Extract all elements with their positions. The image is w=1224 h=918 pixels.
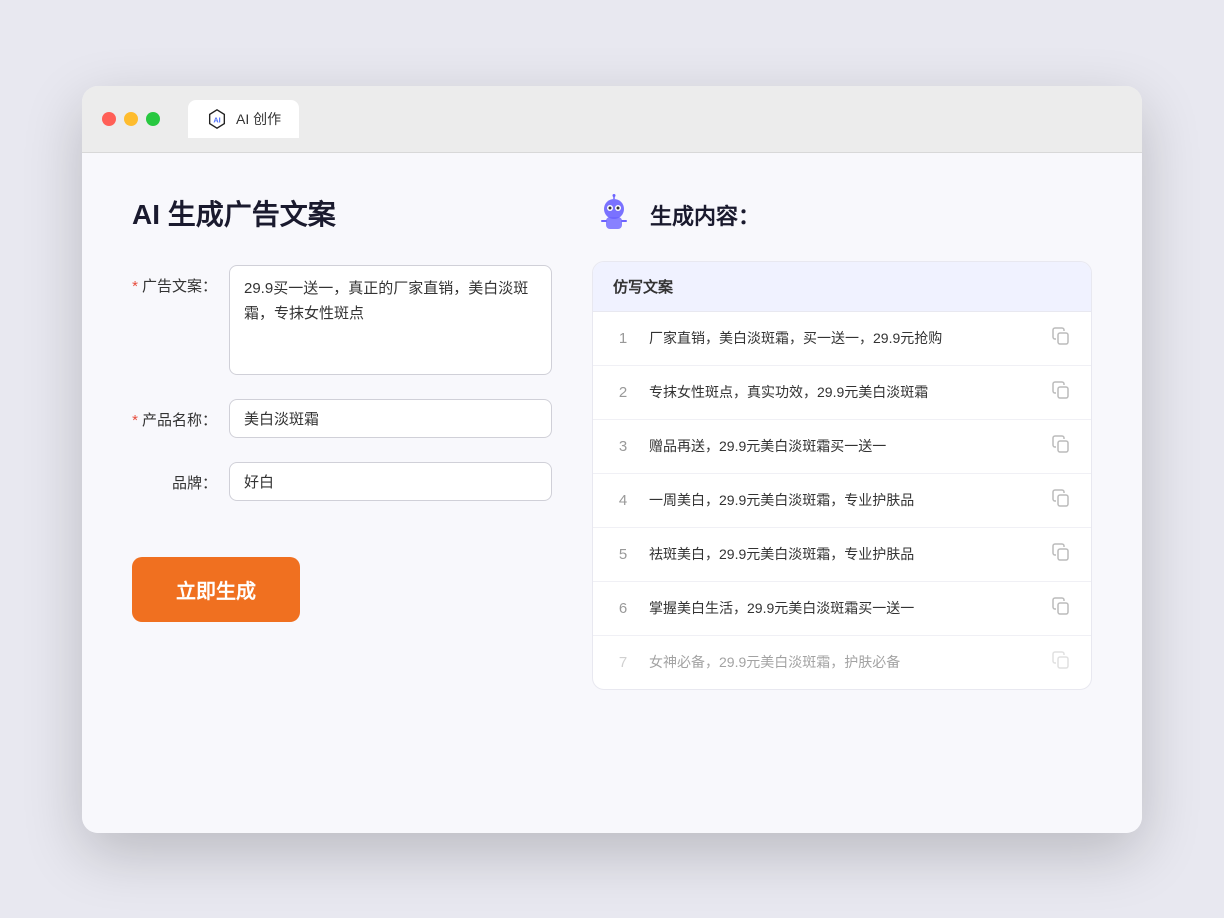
row-number: 2 (613, 384, 633, 401)
table-row: 3 赠品再送，29.9元美白淡斑霜买一送一 (593, 420, 1091, 474)
copy-icon[interactable] (1051, 488, 1071, 513)
table-row: 7 女神必备，29.9元美白淡斑霜，护肤必备 (593, 636, 1091, 689)
product-name-input[interactable] (229, 399, 552, 438)
ad-copy-row: *广告文案： 29.9买一送一，真正的厂家直销，美白淡斑霜，专抹女性斑点 (132, 265, 552, 375)
generate-button[interactable]: 立即生成 (132, 557, 300, 622)
ad-copy-label: *广告文案： (132, 265, 217, 296)
row-number: 4 (613, 492, 633, 509)
close-button[interactable] (102, 112, 116, 126)
row-text: 女神必备，29.9元美白淡斑霜，护肤必备 (649, 652, 1035, 673)
titlebar: AI AI 创作 (82, 86, 1142, 153)
traffic-lights (102, 112, 160, 126)
copy-icon[interactable] (1051, 326, 1071, 351)
product-name-row: *产品名称： (132, 399, 552, 438)
table-row: 4 一周美白，29.9元美白淡斑霜，专业护肤品 (593, 474, 1091, 528)
result-table: 仿写文案 1 厂家直销，美白淡斑霜，买一送一，29.9元抢购 2 专抹女性斑点，真实功… (592, 261, 1092, 690)
row-number: 7 (613, 654, 633, 671)
required-star-1: * (132, 278, 138, 295)
copy-icon[interactable] (1051, 380, 1071, 405)
maximize-button[interactable] (146, 112, 160, 126)
row-text: 专抹女性斑点，真实功效，29.9元美白淡斑霜 (649, 382, 1035, 403)
copy-icon[interactable] (1051, 650, 1071, 675)
browser-window: AI AI 创作 AI 生成广告文案 *广告文案： 29.9买一送一，真正的厂家… (82, 86, 1142, 833)
row-number: 5 (613, 546, 633, 563)
copy-icon[interactable] (1051, 596, 1071, 621)
brand-input[interactable] (229, 462, 552, 501)
required-star-2: * (132, 412, 138, 429)
row-number: 1 (613, 330, 633, 347)
row-number: 3 (613, 438, 633, 455)
svg-text:AI: AI (213, 115, 220, 124)
robot-icon (592, 193, 636, 237)
main-content: AI 生成广告文案 *广告文案： 29.9买一送一，真正的厂家直销，美白淡斑霜，… (82, 153, 1142, 833)
ad-copy-input[interactable]: 29.9买一送一，真正的厂家直销，美白淡斑霜，专抹女性斑点 (229, 265, 552, 375)
brand-row: 品牌： (132, 462, 552, 501)
row-text: 厂家直销，美白淡斑霜，买一送一，29.9元抢购 (649, 328, 1035, 349)
ai-tab-icon: AI (206, 108, 228, 130)
row-number: 6 (613, 600, 633, 617)
copy-icon[interactable] (1051, 542, 1071, 567)
result-header: 生成内容： (592, 193, 1092, 237)
table-header: 仿写文案 (593, 262, 1091, 312)
ai-tab[interactable]: AI AI 创作 (188, 100, 299, 138)
copy-icon[interactable] (1051, 434, 1071, 459)
row-text: 赠品再送，29.9元美白淡斑霜买一送一 (649, 436, 1035, 457)
left-panel: AI 生成广告文案 *广告文案： 29.9买一送一，真正的厂家直销，美白淡斑霜，… (132, 193, 552, 793)
table-row: 6 掌握美白生活，29.9元美白淡斑霜买一送一 (593, 582, 1091, 636)
page-title: AI 生成广告文案 (132, 193, 552, 233)
row-text: 一周美白，29.9元美白淡斑霜，专业护肤品 (649, 490, 1035, 511)
minimize-button[interactable] (124, 112, 138, 126)
product-name-label: *产品名称： (132, 399, 217, 430)
row-text: 祛斑美白，29.9元美白淡斑霜，专业护肤品 (649, 544, 1035, 565)
right-panel: 生成内容： 仿写文案 1 厂家直销，美白淡斑霜，买一送一，29.9元抢购 2 专抹女性… (592, 193, 1092, 793)
brand-label: 品牌： (132, 462, 217, 493)
tab-label: AI 创作 (236, 109, 281, 129)
table-body: 1 厂家直销，美白淡斑霜，买一送一，29.9元抢购 2 专抹女性斑点，真实功效，29.… (593, 312, 1091, 689)
result-title: 生成内容： (650, 199, 760, 231)
table-row: 5 祛斑美白，29.9元美白淡斑霜，专业护肤品 (593, 528, 1091, 582)
table-row: 1 厂家直销，美白淡斑霜，买一送一，29.9元抢购 (593, 312, 1091, 366)
row-text: 掌握美白生活，29.9元美白淡斑霜买一送一 (649, 598, 1035, 619)
table-row: 2 专抹女性斑点，真实功效，29.9元美白淡斑霜 (593, 366, 1091, 420)
